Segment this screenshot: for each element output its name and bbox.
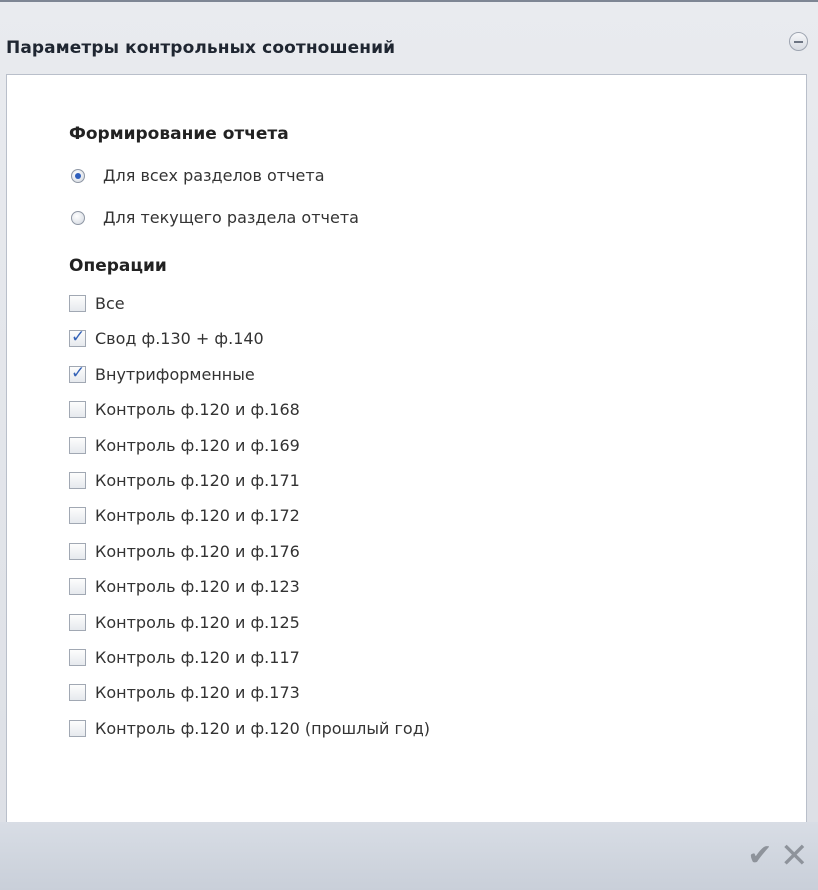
- checkbox-icon[interactable]: [69, 363, 86, 383]
- operation-checkbox-row[interactable]: Свод ф.130 + ф.140: [69, 327, 264, 349]
- checkbox-icon[interactable]: [69, 649, 86, 666]
- operation-checkbox-row[interactable]: Все: [69, 294, 125, 313]
- operation-checkbox-row[interactable]: Контроль ф.120 и ф.125: [69, 613, 300, 632]
- checkbox-label: Контроль ф.120 и ф.171: [95, 471, 300, 490]
- checkbox-label: Внутриформенные: [95, 364, 255, 384]
- checkbox-icon[interactable]: [69, 578, 86, 596]
- checkbox-label: Контроль ф.120 и ф.125: [95, 612, 300, 632]
- dialog-window: Параметры контрольных соотношений Формир…: [0, 0, 818, 890]
- checkbox-label: Контроль ф.120 и ф.123: [95, 577, 300, 597]
- checkbox-label: Свод ф.130 + ф.140: [95, 329, 264, 349]
- checkbox-label: Контроль ф.120 и ф.169: [95, 435, 300, 455]
- operation-checkbox-row[interactable]: Контроль ф.120 и ф.173: [69, 683, 300, 702]
- radio-current-section[interactable]: Для текущего раздела отчета: [71, 208, 359, 227]
- checkbox-label: Контроль ф.120 и ф.120 (прошлый год): [95, 718, 431, 738]
- checkbox-label: Контроль ф.120 и ф.173: [95, 683, 300, 703]
- radio-button-icon[interactable]: [71, 210, 85, 225]
- collapse-icon[interactable]: [789, 32, 808, 51]
- checkbox-label: Контроль ф.120 и ф.168: [95, 400, 300, 420]
- operation-checkbox-row[interactable]: Контроль ф.120 и ф.168: [69, 400, 300, 419]
- checkbox-label: Контроль ф.120 и ф.172: [95, 506, 300, 526]
- operation-checkbox-row[interactable]: Контроль ф.120 и ф.176: [69, 542, 300, 561]
- dialog-titlebar: Параметры контрольных соотношений: [0, 2, 818, 74]
- checkbox-icon[interactable]: [69, 401, 86, 419]
- operation-checkbox-row[interactable]: Внутриформенные: [69, 363, 255, 384]
- ok-button[interactable]: ✔: [746, 841, 774, 871]
- checkbox-icon[interactable]: [69, 684, 86, 702]
- checkbox-icon[interactable]: [69, 719, 86, 737]
- dialog-title: Параметры контрольных соотношений: [6, 38, 396, 58]
- checkbox-label: Все: [95, 294, 125, 313]
- checkbox-icon[interactable]: [69, 613, 86, 631]
- operation-checkbox-row[interactable]: Контроль ф.120 и ф.117: [69, 648, 300, 667]
- operation-checkbox-row[interactable]: Контроль ф.120 и ф.120 (прошлый год): [69, 719, 430, 738]
- radio-button-icon[interactable]: [71, 168, 85, 183]
- checkbox-icon[interactable]: [69, 295, 86, 312]
- operation-checkbox-row[interactable]: Контроль ф.120 и ф.169: [69, 436, 300, 455]
- operation-checkbox-row[interactable]: Контроль ф.120 и ф.171: [69, 471, 300, 490]
- checkbox-icon[interactable]: [69, 542, 86, 560]
- checkbox-icon[interactable]: [69, 327, 86, 348]
- radio-label: Для текущего раздела отчета: [103, 208, 359, 227]
- dialog-content: Формирование отчета Для всех разделов от…: [6, 74, 807, 824]
- checkbox-icon[interactable]: [69, 436, 86, 454]
- operations-section-title: Операции: [69, 256, 167, 276]
- report-section-title: Формирование отчета: [69, 124, 289, 144]
- cancel-button[interactable]: ✕: [780, 839, 809, 873]
- checkbox-icon[interactable]: [69, 472, 86, 489]
- operation-checkbox-row[interactable]: Контроль ф.120 и ф.123: [69, 577, 300, 596]
- checkbox-icon[interactable]: [69, 507, 86, 525]
- checkbox-label: Контроль ф.120 и ф.117: [95, 648, 300, 667]
- operation-checkbox-row[interactable]: Контроль ф.120 и ф.172: [69, 506, 300, 525]
- radio-all-sections[interactable]: Для всех разделов отчета: [71, 166, 325, 185]
- checkbox-label: Контроль ф.120 и ф.176: [95, 541, 300, 561]
- dialog-footer: ✔ ✕: [0, 822, 818, 890]
- radio-label: Для всех разделов отчета: [103, 166, 325, 185]
